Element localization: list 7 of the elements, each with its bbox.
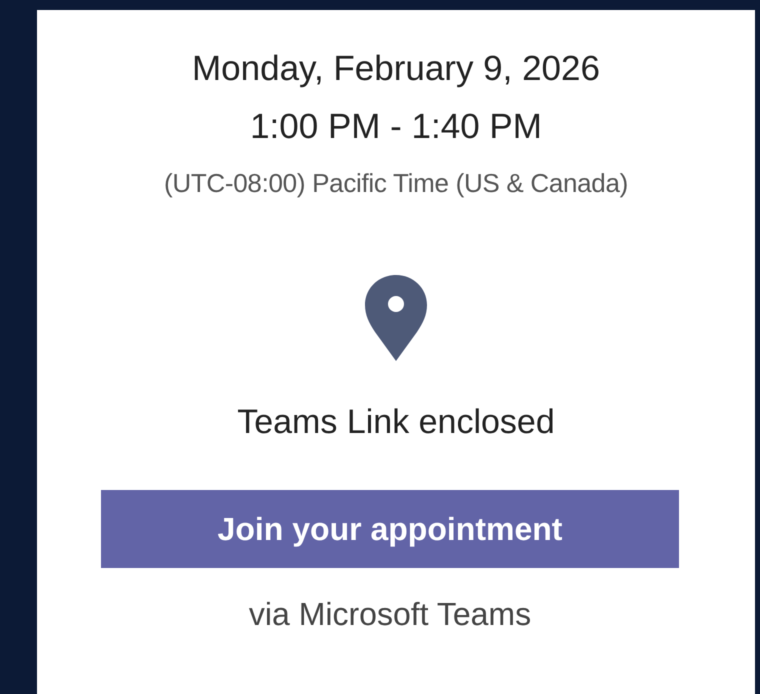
event-date: Monday, February 9, 2026 (192, 48, 600, 90)
event-time: 1:00 PM - 1:40 PM (250, 106, 542, 148)
location-text: Teams Link enclosed (237, 403, 555, 442)
join-button[interactable]: Join your appointment (101, 490, 679, 568)
via-teams-note: via Microsoft Teams (248, 596, 532, 633)
time-zone: (UTC-08:00) Pacific Time (US & Canada) (164, 168, 628, 199)
location-pin-icon (365, 275, 427, 361)
